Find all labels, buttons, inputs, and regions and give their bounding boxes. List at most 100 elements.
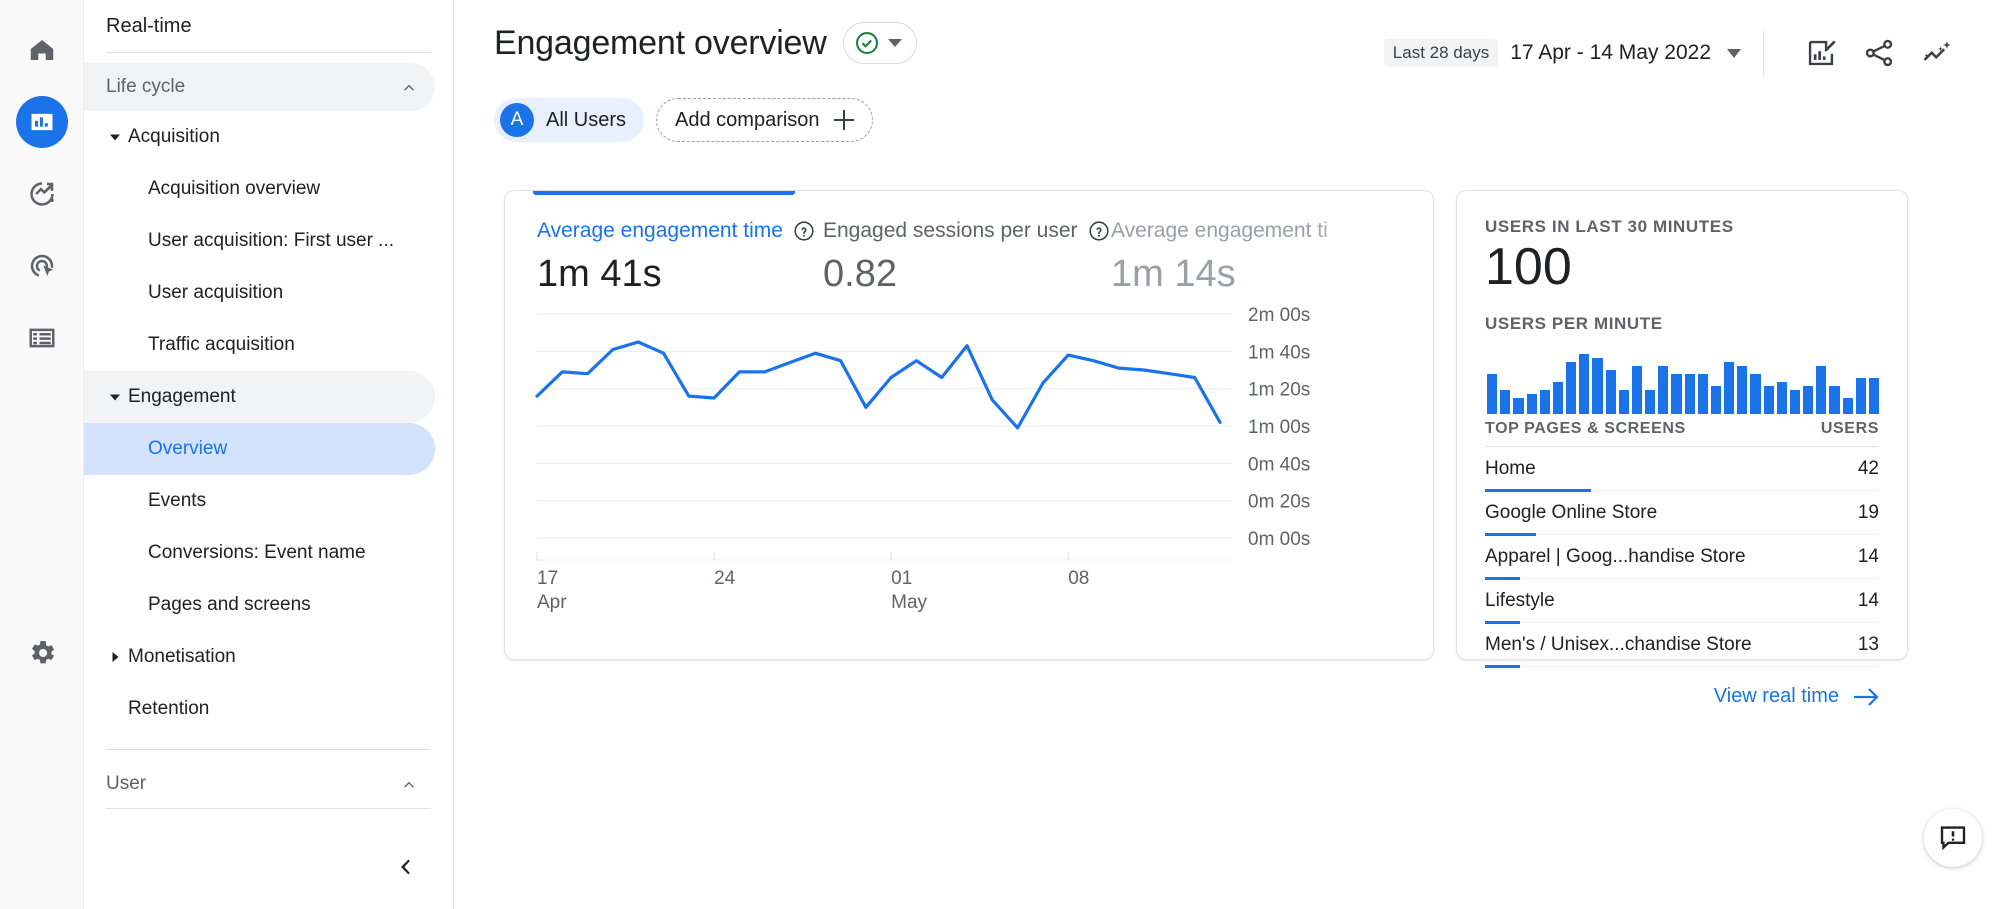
- triangle-down-icon: [106, 391, 124, 403]
- metric-average-engagement-time[interactable]: Average engagement time 1m 41s: [537, 219, 823, 296]
- line-chart-svg: 2m 00s1m 40s1m 20s1m 00s0m 40s0m 20s0m 0…: [505, 296, 1434, 616]
- nav-item-label: User acquisition: [106, 282, 283, 304]
- nav-item-label: Pages and screens: [106, 594, 311, 616]
- nav-divider-user: [106, 808, 431, 809]
- column-header-users: Users: [1821, 420, 1879, 438]
- nav-item-pages-and-screens[interactable]: Pages and screens: [84, 579, 435, 631]
- nav-item-label: Engagement: [128, 386, 236, 408]
- insights-icon[interactable]: [1914, 30, 1960, 76]
- nav-divider-bottom: [106, 749, 431, 750]
- nav-item-label: Real-time: [106, 15, 192, 38]
- add-comparison-button[interactable]: Add comparison: [656, 98, 873, 142]
- nav-item-user-acquisition[interactable]: User acquisition: [84, 267, 435, 319]
- all-users-chip[interactable]: A All Users: [494, 98, 644, 142]
- sparkline-bar: [1658, 366, 1668, 414]
- sparkline-bar: [1527, 394, 1537, 414]
- library-icon[interactable]: [16, 312, 68, 364]
- edit-report-icon[interactable]: [1798, 30, 1844, 76]
- sparkline-bar: [1553, 382, 1563, 414]
- explore-icon[interactable]: [16, 168, 68, 220]
- report-status-dropdown[interactable]: [843, 22, 917, 64]
- header-controls: Last 28 days 17 Apr - 14 May 2022: [1384, 22, 1960, 76]
- sparkline-bar: [1724, 362, 1734, 414]
- check-circle-icon: [854, 30, 880, 56]
- nav-item-monetisation[interactable]: Monetisation: [84, 631, 435, 683]
- nav-item-engagement[interactable]: Engagement: [84, 371, 435, 423]
- nav-item-label: Acquisition overview: [106, 178, 320, 200]
- gear-icon[interactable]: [16, 627, 68, 679]
- advertising-icon[interactable]: [16, 240, 68, 292]
- page-name[interactable]: Home: [1485, 458, 1536, 480]
- sparkline-bar: [1803, 386, 1813, 414]
- nav-item-events[interactable]: Events: [84, 475, 435, 527]
- reports-icon[interactable]: [16, 96, 68, 148]
- metric-engaged-sessions-per-user[interactable]: Engaged sessions per user 0.82: [823, 219, 1111, 296]
- home-icon[interactable]: [16, 24, 68, 76]
- title-group: Engagement overview: [494, 22, 917, 64]
- nav-item-label: Acquisition: [128, 126, 220, 148]
- nav-item-label: Overview: [106, 438, 227, 460]
- nav-item-conversions-event-name[interactable]: Conversions: Event name: [84, 527, 435, 579]
- nav-group-user[interactable]: User: [84, 760, 435, 808]
- svg-text:24: 24: [714, 568, 736, 589]
- page-header: Engagement overview Last 28 days 17 Apr …: [454, 0, 2000, 92]
- sparkline-bar: [1698, 374, 1708, 414]
- nav-item-retention[interactable]: Retention: [84, 683, 435, 735]
- feedback-button[interactable]: [1924, 809, 1982, 867]
- nav-item-label: Monetisation: [128, 646, 236, 668]
- nav-group-life-cycle[interactable]: Life cycle: [84, 63, 435, 111]
- metric-value: 1m 41s: [537, 253, 823, 296]
- nav-item-overview[interactable]: Overview: [84, 423, 435, 475]
- page-users: 14: [1858, 546, 1879, 568]
- nav-item-real-time[interactable]: Real-time: [84, 0, 453, 44]
- date-range-picker[interactable]: Last 28 days 17 Apr - 14 May 2022: [1384, 39, 1741, 67]
- nav-item-traffic-acquisition[interactable]: Traffic acquisition: [84, 319, 435, 371]
- arrow-right-icon: [1853, 688, 1879, 706]
- users-last-30-min-value: 100: [1485, 239, 1879, 296]
- icon-rail: [0, 0, 84, 909]
- help-icon[interactable]: [793, 220, 815, 242]
- triangle-right-icon: [106, 651, 124, 663]
- table-row[interactable]: Home42: [1485, 447, 1879, 491]
- metric-value: 0.82: [823, 253, 1111, 296]
- table-row[interactable]: Apparel | Goog...handise Store 14: [1485, 535, 1879, 579]
- metric-label: Engaged sessions per user: [823, 219, 1078, 243]
- sparkline-bar: [1645, 390, 1655, 414]
- help-icon[interactable]: [1088, 220, 1110, 242]
- page-name[interactable]: Men's / Unisex...chandise Store: [1485, 634, 1752, 656]
- metric-tabs: Average engagement time 1m 41s Engaged s…: [505, 191, 1433, 296]
- chart-line: [537, 342, 1220, 428]
- metric-average-engagement-time-per-session[interactable]: Average engagement ti 1m 14s: [1111, 219, 1411, 296]
- header-divider: [1763, 31, 1764, 75]
- page-users: 19: [1858, 502, 1879, 524]
- sparkline-bar: [1606, 370, 1616, 414]
- nav-item-label: Conversions: Event name: [106, 542, 366, 564]
- sparkline-bar: [1843, 398, 1853, 414]
- sparkline-bar: [1856, 378, 1866, 414]
- collapse-nav-button[interactable]: [387, 849, 423, 885]
- sparkline-bar: [1777, 382, 1787, 414]
- page-name[interactable]: Google Online Store: [1485, 502, 1657, 524]
- nav-item-user-acquisition-first-user[interactable]: User acquisition: First user ...: [84, 215, 435, 267]
- date-range-value: 17 Apr - 14 May 2022: [1510, 41, 1711, 65]
- add-comparison-label: Add comparison: [675, 109, 820, 132]
- svg-text:1m 00s: 1m 00s: [1248, 417, 1310, 438]
- table-row[interactable]: Men's / Unisex...chandise Store13: [1485, 623, 1879, 667]
- view-real-time-link[interactable]: View real time: [1485, 667, 1879, 708]
- page-name[interactable]: Apparel | Goog...handise Store: [1485, 546, 1746, 568]
- table-row[interactable]: Google Online Store 19: [1485, 491, 1879, 535]
- svg-text:01: 01: [891, 568, 912, 589]
- table-row[interactable]: Lifestyle14: [1485, 579, 1879, 623]
- nav-group-label: User: [106, 773, 146, 795]
- analytics-app: Real-time Life cycle Acquisition Acquisi…: [0, 0, 2000, 909]
- svg-text:May: May: [891, 592, 927, 613]
- nav-item-acquisition[interactable]: Acquisition: [84, 111, 435, 163]
- svg-text:2m 00s: 2m 00s: [1248, 305, 1310, 326]
- nav-item-acquisition-overview[interactable]: Acquisition overview: [84, 163, 435, 215]
- page-name[interactable]: Lifestyle: [1485, 590, 1555, 612]
- sparkline-bar: [1592, 358, 1602, 414]
- svg-text:0m 40s: 0m 40s: [1248, 454, 1310, 475]
- share-icon[interactable]: [1856, 30, 1902, 76]
- table-body: Home42 Google Online Store 19 Apparel | Goo…: [1485, 447, 1879, 667]
- page-title: Engagement overview: [494, 24, 827, 63]
